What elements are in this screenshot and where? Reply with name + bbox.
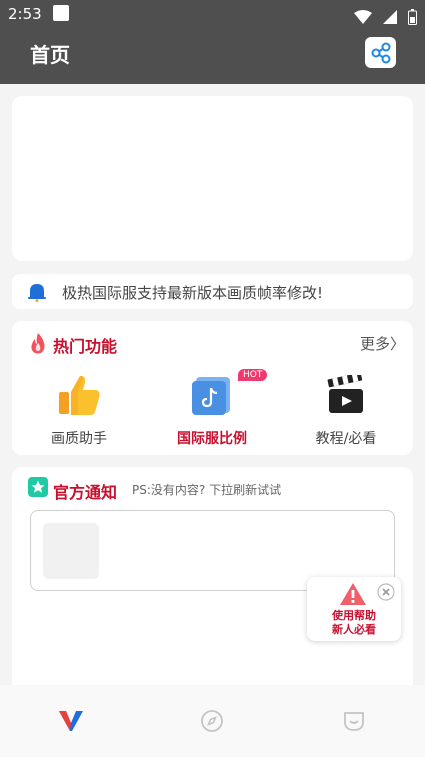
feature-tutorial[interactable]: 教程/必看 — [286, 371, 406, 448]
share-icon — [371, 42, 390, 63]
hot-functions-title: 热门功能 — [53, 337, 118, 356]
status-time: 2:53 — [8, 5, 42, 23]
more-link[interactable]: 更多〉 — [360, 333, 405, 354]
page-title: 首页 — [30, 43, 70, 67]
feature-international-ratio[interactable]: 国际服比例 — [152, 371, 272, 448]
thumbs-up-icon — [59, 375, 100, 415]
feature-quality-assistant[interactable]: 画质助手 — [19, 371, 139, 448]
status-bar: 2:53 — [0, 0, 425, 28]
home-logo-icon — [59, 711, 83, 731]
bell-icon — [28, 284, 46, 302]
feature-label: 教程/必看 — [315, 431, 377, 447]
flame-icon — [31, 333, 45, 354]
help-line-1: 使用帮助 — [332, 609, 376, 622]
feature-label: 画质助手 — [51, 431, 107, 447]
nav-profile[interactable] — [341, 708, 367, 734]
announcement-text: 极热国际服支持最新版本画质帧率修改! — [62, 284, 324, 302]
help-text: 使用帮助 新人必看 — [307, 609, 401, 637]
battery-icon — [408, 8, 417, 25]
nav-discover[interactable] — [199, 708, 225, 734]
banner-card[interactable] — [12, 96, 413, 261]
tiktok-app-icon — [192, 377, 230, 415]
notification-icon — [53, 5, 69, 21]
notice-thumbnail — [43, 523, 99, 579]
warning-icon — [340, 583, 366, 605]
official-notice-hint: PS:没有内容? 下拉刷新试试 — [132, 483, 282, 497]
close-icon[interactable] — [377, 583, 395, 605]
official-notice-card: 官方通知 PS:没有内容? 下拉刷新试试 — [12, 467, 413, 685]
hot-functions-card: 热门功能 更多〉 画质助手 国际服比例 HOT 教程/必看 — [12, 321, 413, 455]
app-header: 首页 — [0, 28, 425, 84]
help-line-2: 新人必看 — [332, 623, 376, 636]
official-notice-title: 官方通知 — [53, 483, 118, 502]
feature-label: 国际服比例 — [177, 431, 247, 447]
status-icons — [348, 6, 417, 25]
star-badge-icon — [28, 477, 48, 497]
signal-icon — [382, 9, 397, 24]
nav-home[interactable] — [58, 708, 84, 734]
compass-icon — [201, 710, 223, 732]
announcement-bar[interactable]: 极热国际服支持最新版本画质帧率修改! — [12, 274, 413, 309]
profile-face-icon — [344, 712, 364, 731]
share-button[interactable] — [365, 37, 396, 68]
hot-badge: HOT — [238, 369, 268, 381]
clapperboard-icon — [327, 375, 363, 413]
bottom-nav — [0, 685, 425, 757]
wifi-icon — [353, 9, 372, 24]
help-floating-button[interactable]: 使用帮助 新人必看 — [307, 577, 401, 641]
